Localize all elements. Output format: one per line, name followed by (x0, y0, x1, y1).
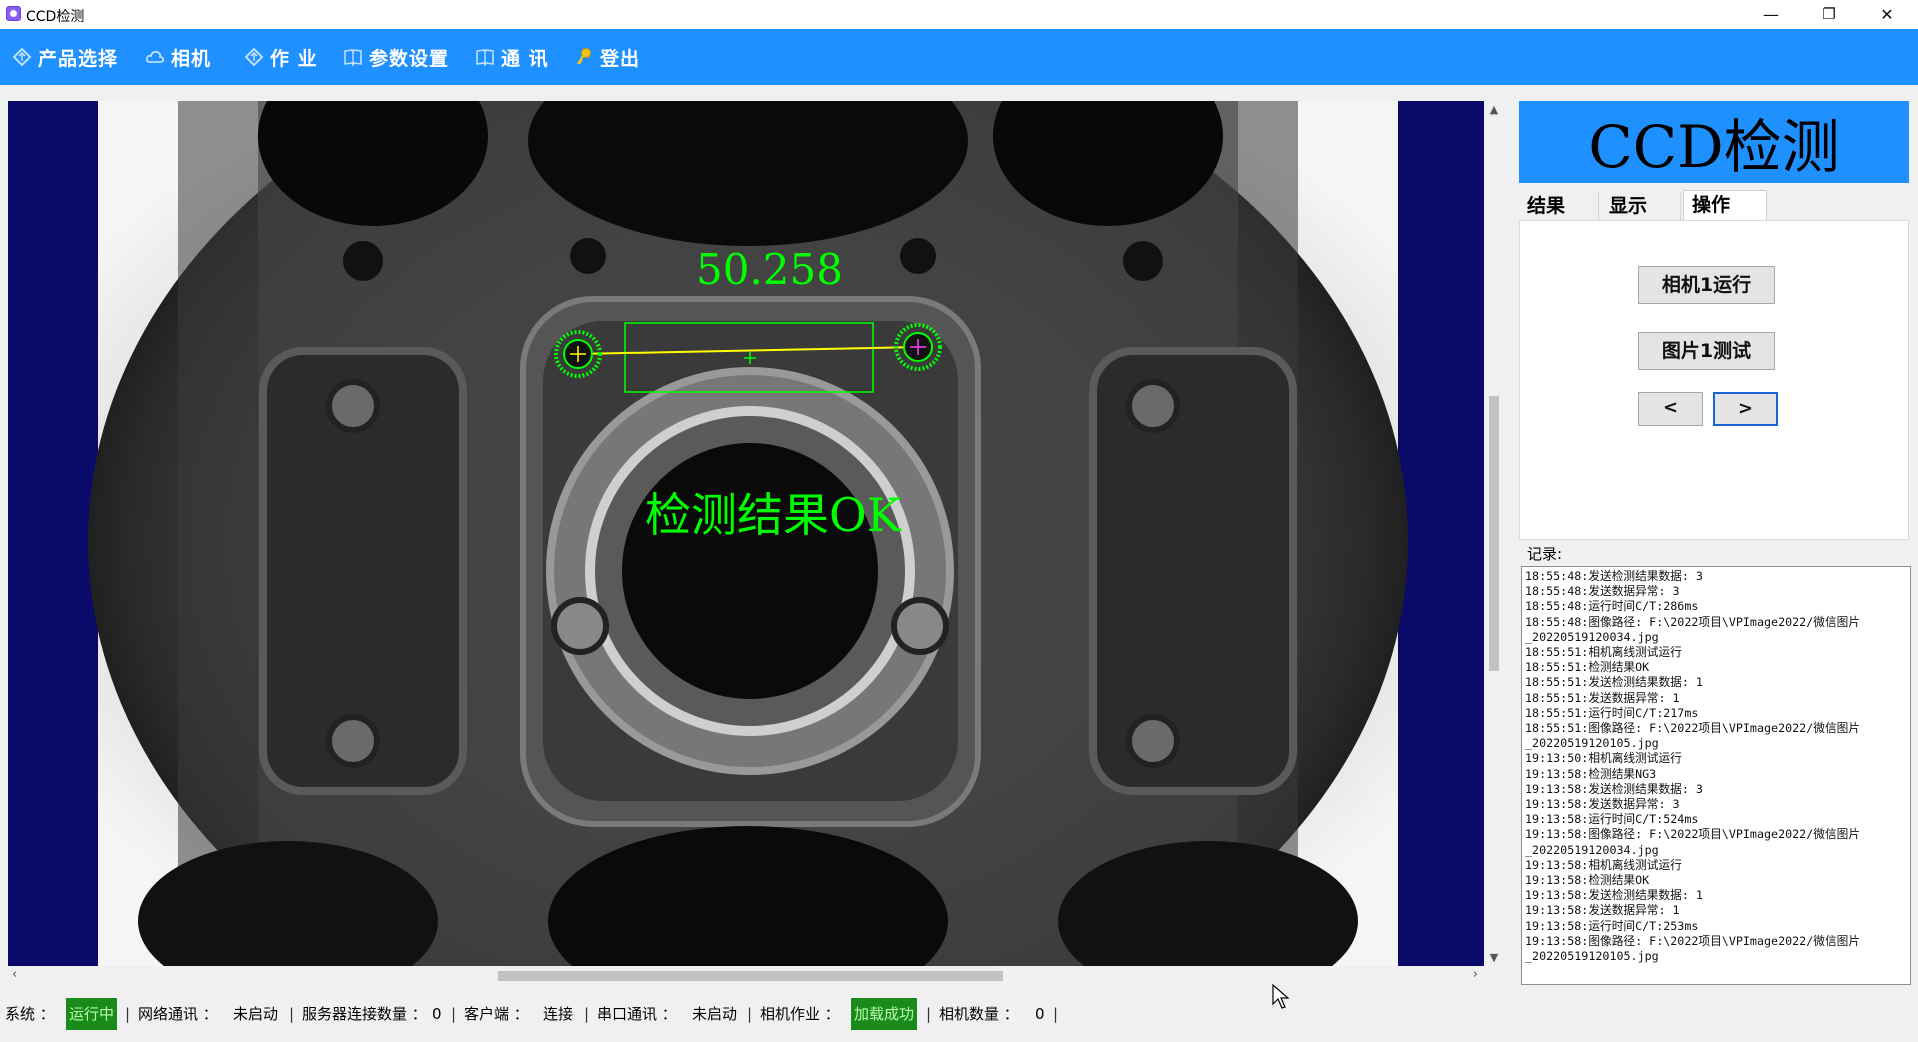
separator: | (926, 1005, 932, 1023)
log-line: 19:13:58:检测结果NG3 (1525, 766, 1657, 781)
menu-parameters[interactable]: 参数设置 (343, 43, 449, 71)
camera-run-button[interactable]: 相机1运行 (1638, 266, 1775, 304)
separator: | (584, 1005, 590, 1023)
separator: | (451, 1005, 457, 1023)
log-line: 18:55:51:发送检测结果数据: 1 (1525, 675, 1703, 690)
measurement-value: 50.258 (696, 245, 843, 294)
log-label: 记录: (1527, 545, 1563, 563)
log-line: 19:13:58:图像路径: F:\2022项目\VPImage2022/微信图… (1525, 827, 1861, 842)
status-bar: 系统 ： 运行中 | 网络通讯 ： 未启动 | 服务器连接数量 ： 0 | 客户… (0, 998, 1918, 1032)
camera-count-label: 相机数量 ： (939, 1005, 1019, 1023)
mouse-cursor-icon (1272, 984, 1290, 1009)
diamond-arrow-icon (12, 47, 32, 67)
log-line: _20220519120034.jpg (1525, 842, 1659, 857)
minimize-button[interactable]: — (1742, 0, 1800, 29)
log-line: 19:13:58:图像路径: F:\2022项目\VPImage2022/微信图… (1525, 933, 1861, 948)
book-icon (343, 47, 363, 67)
menu-label: 参数设置 (369, 47, 450, 70)
log-line: 18:55:51:图像路径: F:\2022项目\VPImage2022/微信图… (1525, 721, 1861, 736)
camera-count-value: 0 (1035, 1005, 1045, 1023)
log-line: _20220519120034.jpg (1525, 629, 1659, 644)
key-icon (574, 47, 594, 67)
tab-result[interactable]: 结果 (1519, 192, 1599, 220)
log-line: 19:13:58:相机离线测试运行 (1525, 857, 1682, 872)
log-line: 18:55:48:图像路径: F:\2022项目\VPImage2022/微信图… (1525, 614, 1861, 629)
cloud-icon (145, 47, 165, 67)
network-status: 未启动 (233, 1005, 279, 1023)
log-line: 19:13:58:运行时间C/T:253ms (1525, 918, 1699, 933)
log-lines: 18:55:48:发送检测结果数据: 3 18:55:48:发送数据异常: 3 18… (1525, 569, 1907, 964)
separator: | (289, 1005, 295, 1023)
scroll-left-icon[interactable]: ‹ (12, 967, 17, 982)
separator: | (1053, 1005, 1059, 1023)
log-line: 19:13:58:发送检测结果数据: 1 (1525, 888, 1703, 903)
server-conn-label: 服务器连接数量 ： (302, 1005, 427, 1023)
menu-label: 通 讯 (501, 47, 549, 70)
menu-label: 产品选择 (38, 47, 119, 70)
next-image-button[interactable]: > (1713, 392, 1778, 426)
tab-display[interactable]: 显示 (1601, 192, 1681, 220)
scroll-thumb[interactable] (498, 971, 1003, 981)
menu-label: 登出 (600, 47, 641, 70)
viewer-horizontal-scrollbar[interactable]: ‹ › (8, 966, 1484, 986)
system-label: 系统 ： (5, 1005, 55, 1023)
scroll-up-icon[interactable]: ▲ (1484, 103, 1504, 116)
log-line: _20220519120105.jpg (1525, 949, 1659, 964)
window-title: CCD检测 (26, 9, 85, 25)
network-label: 网络通讯 ： (138, 1005, 218, 1023)
server-conn-count: 0 (432, 1005, 442, 1023)
title-bar: CCD检测 — ❐ ✕ (0, 0, 1918, 30)
prev-image-button[interactable]: < (1638, 392, 1703, 426)
log-line: _20220519120105.jpg (1525, 736, 1659, 751)
log-line: 18:55:48:发送数据异常: 3 (1525, 584, 1680, 599)
scroll-thumb[interactable] (1489, 396, 1499, 671)
scroll-right-icon[interactable]: › (1473, 967, 1478, 982)
separator: | (747, 1005, 753, 1023)
app-icon (6, 6, 21, 21)
log-line: 18:55:51:运行时间C/T:217ms (1525, 705, 1699, 720)
system-status-badge: 运行中 (66, 998, 118, 1030)
close-button[interactable]: ✕ (1858, 0, 1916, 29)
log-line: 18:55:51:发送数据异常: 1 (1525, 690, 1680, 705)
restore-button[interactable]: ❐ (1800, 0, 1858, 29)
menu-camera[interactable]: 相机 (145, 43, 211, 71)
separator: | (125, 1005, 131, 1023)
camera-job-label: 相机作业 ： (760, 1005, 840, 1023)
inspection-result-text: 检测结果OK (645, 488, 902, 542)
menu-communication[interactable]: 通 讯 (475, 43, 549, 71)
menu-job[interactable]: 作 业 (244, 43, 318, 71)
menu-label: 相机 (171, 47, 212, 70)
log-line: 19:13:58:发送检测结果数据: 3 (1525, 781, 1703, 796)
tab-operation[interactable]: 操作 (1683, 190, 1767, 220)
log-line: 19:13:58:发送数据异常: 3 (1525, 797, 1680, 812)
scroll-down-icon[interactable]: ▼ (1484, 951, 1504, 964)
brand-header: CCD检测 (1519, 101, 1909, 183)
operation-panel: 相机1运行 图片1测试 < > (1519, 220, 1909, 540)
menu-product-select[interactable]: 产品选择 (12, 43, 118, 71)
log-line: 19:13:58:检测结果OK (1525, 873, 1650, 888)
client-status: 连接 (543, 1005, 574, 1023)
serial-label: 串口通讯 ： (597, 1005, 677, 1023)
menu-bar: 产品选择 相机 作 业 参数设置 通 讯 登出 (0, 29, 1918, 85)
log-line: 18:55:48:发送检测结果数据: 3 (1525, 569, 1703, 583)
log-line: 18:55:48:运行时间C/T:286ms (1525, 599, 1699, 614)
viewer-vertical-scrollbar[interactable]: ▲ ▼ (1484, 101, 1504, 966)
log-textbox[interactable]: 18:55:48:发送检测结果数据: 3 18:55:48:发送数据异常: 3 18… (1521, 566, 1911, 985)
log-line: 18:55:51:检测结果OK (1525, 660, 1650, 675)
diamond-arrow-icon (244, 47, 264, 67)
image-test-button[interactable]: 图片1测试 (1638, 332, 1775, 370)
menu-label: 作 业 (270, 47, 318, 70)
log-line: 19:13:58:发送数据异常: 1 (1525, 903, 1680, 918)
menu-logout[interactable]: 登出 (574, 43, 640, 71)
log-line: 18:55:51:相机离线测试运行 (1525, 645, 1682, 660)
camera-image-viewer[interactable]: 50.258 检测结果OK (8, 101, 1484, 966)
log-line: 19:13:50:相机离线测试运行 (1525, 751, 1682, 766)
panel-tabs: 结果 显示 操作 (1519, 190, 1909, 220)
book-icon (475, 47, 495, 67)
client-label: 客户端 ： (464, 1005, 529, 1023)
serial-status: 未启动 (692, 1005, 738, 1023)
log-line: 19:13:58:运行时间C/T:524ms (1525, 812, 1699, 827)
camera-job-status-badge: 加载成功 (851, 998, 918, 1030)
